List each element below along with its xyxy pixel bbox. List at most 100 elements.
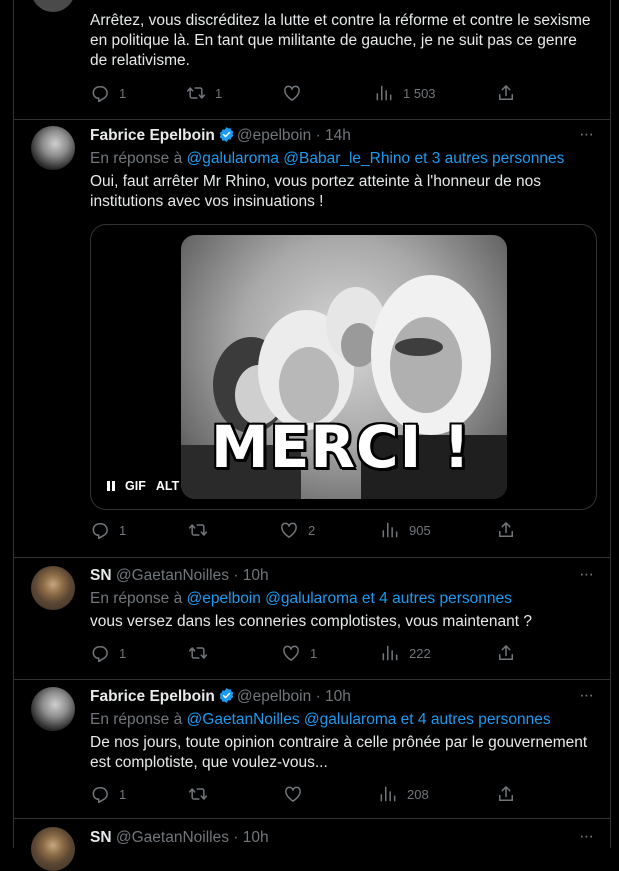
more-icon[interactable]: ··· xyxy=(579,685,594,705)
tweet-timestamp[interactable]: 10h xyxy=(243,829,269,846)
views-button[interactable]: 222 xyxy=(380,643,431,663)
tweet-header: Fabrice Epelboin @epelboin · 10h ··· xyxy=(90,685,594,705)
tweet-actions: 1 2 905 xyxy=(90,520,610,544)
share-icon xyxy=(496,643,516,663)
like-button[interactable] xyxy=(282,83,311,103)
tweet-body: vous versez dans les conneries complotis… xyxy=(90,613,532,630)
retweet-icon xyxy=(188,643,208,663)
tweet-body: Oui, faut arrêter Mr Rhino, vous portez … xyxy=(90,173,546,210)
tweet-timestamp[interactable]: 14h xyxy=(325,127,351,144)
author-name[interactable]: Fabrice Epelboin xyxy=(90,688,215,705)
tweet-actions: 1 1 222 xyxy=(90,643,610,667)
views-icon xyxy=(374,83,394,103)
avatar[interactable] xyxy=(31,566,75,610)
reply-icon xyxy=(90,520,110,540)
avatar[interactable] xyxy=(31,827,75,871)
tweet: Fabrice Epelboin @epelboin · 14h ··· En r… xyxy=(90,124,598,212)
like-icon xyxy=(282,83,302,103)
share-button[interactable] xyxy=(496,643,516,663)
like-icon xyxy=(279,520,299,540)
reply-mention-link[interactable]: @GaetanNoilles @galularoma xyxy=(187,711,397,728)
tweet: SN @GaetanNoilles · 10h ··· xyxy=(90,826,598,848)
author-name[interactable]: SN xyxy=(90,829,112,846)
author-handle[interactable]: @epelboin xyxy=(237,688,311,705)
reply-button[interactable]: 1 xyxy=(90,643,126,663)
share-button[interactable] xyxy=(496,83,516,103)
verified-badge-icon xyxy=(219,127,234,142)
tweet-actions: 1 208 xyxy=(90,784,610,808)
retweet-button[interactable] xyxy=(188,643,217,663)
tweet-header: Fabrice Epelboin @epelboin · 14h ··· xyxy=(90,124,594,144)
tweet-separator xyxy=(14,679,611,680)
like-button[interactable] xyxy=(283,784,312,804)
reply-others-link[interactable]: et 4 autres personnes xyxy=(401,711,551,728)
tweet: SN @GaetanNoilles · 10h ··· En réponse à… xyxy=(90,564,598,632)
author-name[interactable]: Fabrice Epelboin xyxy=(90,127,215,144)
views-icon xyxy=(380,520,400,540)
timeline-right-border xyxy=(610,0,611,848)
pause-icon[interactable] xyxy=(107,481,115,491)
reply-icon xyxy=(90,643,110,663)
reply-mention-link[interactable]: @galularoma @Babar_le_Rhino xyxy=(187,150,411,167)
share-icon xyxy=(496,83,516,103)
like-button[interactable]: 2 xyxy=(279,520,315,540)
tweet: Fabrice Epelboin @epelboin · 10h ··· En r… xyxy=(90,685,598,773)
gif-media[interactable]: MERCI ! GIF ALT xyxy=(90,224,597,510)
verified-badge-icon xyxy=(219,688,234,703)
share-button[interactable] xyxy=(496,520,516,540)
share-icon xyxy=(496,520,516,540)
more-icon[interactable]: ··· xyxy=(579,826,594,846)
author-handle[interactable]: @epelboin xyxy=(237,127,311,144)
author-handle[interactable]: @GaetanNoilles xyxy=(116,567,229,584)
tweet-separator xyxy=(14,818,611,819)
retweet-button[interactable] xyxy=(188,784,217,804)
author-name[interactable]: SN xyxy=(90,567,112,584)
views-button[interactable]: 208 xyxy=(378,784,429,804)
tweet-body: De nos jours, toute opinion contraire à … xyxy=(90,734,592,771)
reply-mention-link[interactable]: @epelboin @galularoma xyxy=(187,590,358,607)
reply-icon xyxy=(90,83,110,103)
retweet-icon xyxy=(188,784,208,804)
like-icon xyxy=(283,784,303,804)
retweet-button[interactable] xyxy=(188,520,217,540)
reply-context: En réponse à @GaetanNoilles @galularoma … xyxy=(90,711,551,728)
gif-image: MERCI ! xyxy=(181,235,507,499)
views-icon xyxy=(380,643,400,663)
retweet-button[interactable]: 1 xyxy=(186,83,222,103)
tweet-timestamp[interactable]: 10h xyxy=(325,688,351,705)
author-handle[interactable]: @GaetanNoilles xyxy=(116,829,229,846)
more-icon[interactable]: ··· xyxy=(579,124,594,144)
gif-badge: GIF xyxy=(125,479,146,493)
reply-button[interactable]: 1 xyxy=(90,83,126,103)
views-icon xyxy=(378,784,398,804)
reply-others-link[interactable]: et 3 autres personnes xyxy=(414,150,564,167)
tweet-actions: 1 1 1 503 xyxy=(90,83,610,107)
reply-button[interactable]: 1 xyxy=(90,520,126,540)
gif-controls: GIF ALT xyxy=(107,479,179,493)
alt-badge[interactable]: ALT xyxy=(156,479,179,493)
share-icon xyxy=(496,784,516,804)
tweet-body: Arrêtez, vous discréditez la lutte et co… xyxy=(90,12,595,69)
avatar[interactable] xyxy=(31,0,75,12)
views-button[interactable]: 1 503 xyxy=(374,83,436,103)
avatar[interactable] xyxy=(31,126,75,170)
tweet-separator xyxy=(14,119,611,120)
tweet-header: SN @GaetanNoilles · 10h ··· xyxy=(90,826,594,846)
retweet-icon xyxy=(188,520,208,540)
reply-icon xyxy=(90,784,110,804)
tweet-text: Arrêtez, vous discréditez la lutte et co… xyxy=(90,11,598,71)
retweet-icon xyxy=(186,83,206,103)
reply-context: En réponse à @epelboin @galularoma et 4 … xyxy=(90,590,512,607)
like-icon xyxy=(281,643,301,663)
share-button[interactable] xyxy=(496,784,516,804)
reply-button[interactable]: 1 xyxy=(90,784,126,804)
tweet-separator xyxy=(14,557,611,558)
reply-context: En réponse à @galularoma @Babar_le_Rhino… xyxy=(90,150,565,167)
avatar[interactable] xyxy=(31,687,75,731)
like-button[interactable]: 1 xyxy=(281,643,317,663)
views-button[interactable]: 905 xyxy=(380,520,431,540)
timeline-left-border xyxy=(13,0,14,848)
reply-others-link[interactable]: et 4 autres personnes xyxy=(362,590,512,607)
more-icon[interactable]: ··· xyxy=(579,564,594,584)
tweet-timestamp[interactable]: 10h xyxy=(243,567,269,584)
